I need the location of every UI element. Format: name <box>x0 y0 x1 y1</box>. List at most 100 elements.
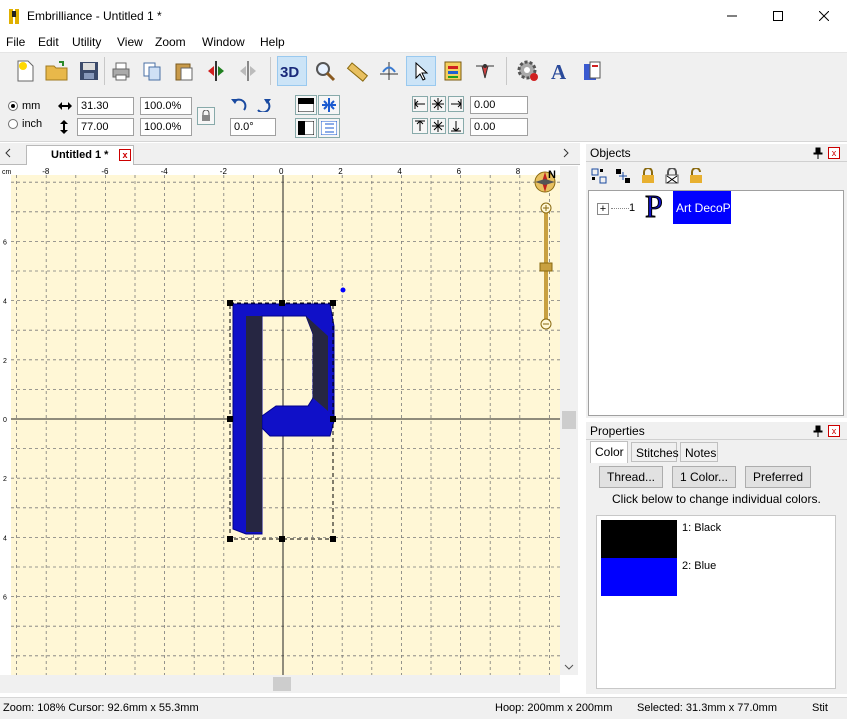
lock-aspect-button[interactable] <box>197 107 215 125</box>
mirror-vertical-button[interactable] <box>233 56 263 86</box>
one-color-button[interactable]: 1 Color... <box>672 466 736 488</box>
color-swatch-1[interactable] <box>601 520 677 558</box>
list-button[interactable] <box>318 118 340 138</box>
menu-window[interactable]: Window <box>202 35 245 49</box>
menu-zoom[interactable]: Zoom <box>155 35 186 49</box>
resize-handle[interactable] <box>330 416 336 422</box>
x-offset-field[interactable]: 0.00 <box>470 96 528 114</box>
tab-stitches[interactable]: Stitches <box>631 442 679 462</box>
vertical-scrollbar[interactable] <box>560 166 578 675</box>
print-button[interactable] <box>106 56 136 86</box>
menu-view[interactable]: View <box>117 35 143 49</box>
tab-untitled-1[interactable]: Untitled 1 * x <box>26 145 134 165</box>
y-offset-field[interactable]: 0.00 <box>470 118 528 136</box>
resize-handle[interactable] <box>279 536 285 542</box>
lock-object-button[interactable] <box>640 167 656 187</box>
hoop-grid[interactable]: -8 -6 -4 -2 0 2 4 6 86420246 cm N <box>0 166 580 675</box>
center-horizontal-icon <box>432 98 444 110</box>
color-label-1[interactable]: 1: Black <box>682 522 721 534</box>
objects-tree[interactable]: + 1 P Art DecoP <box>588 188 844 416</box>
resize-handle[interactable] <box>330 300 336 306</box>
width-percent-field[interactable]: 100.0% <box>140 97 192 115</box>
paste-button[interactable] <box>169 56 199 86</box>
move-bottom-button[interactable] <box>448 118 464 134</box>
menu-help[interactable]: Help <box>260 35 285 49</box>
align-left-button[interactable] <box>295 118 317 138</box>
design-canvas[interactable]: -8 -6 -4 -2 0 2 4 6 8 6 4 2 0 2 4 6 cm N <box>0 166 580 693</box>
save-button[interactable] <box>74 56 104 86</box>
pin-icon[interactable] <box>813 147 823 162</box>
new-button[interactable] <box>10 56 40 86</box>
color-label-2[interactable]: 2: Blue <box>682 560 716 572</box>
objects-close-button[interactable]: x <box>828 147 840 159</box>
group-button[interactable] <box>591 168 607 187</box>
tab-notes[interactable]: Notes <box>680 442 718 462</box>
tab-color[interactable]: Color <box>590 441 628 463</box>
merge-button[interactable] <box>577 56 607 86</box>
menu-utility[interactable]: Utility <box>72 35 101 49</box>
select-button[interactable] <box>406 56 436 86</box>
rotation-field[interactable]: 0.0° <box>230 118 276 136</box>
resize-handle[interactable] <box>227 300 233 306</box>
scroll-down-button[interactable] <box>564 660 574 674</box>
height-field[interactable]: 77.00 <box>77 118 134 136</box>
pin-icon[interactable] <box>813 425 823 440</box>
settings-button[interactable] <box>513 56 543 86</box>
move-left-button[interactable] <box>412 96 428 112</box>
menu-file[interactable]: File <box>6 35 25 49</box>
rotate-right-button[interactable] <box>254 95 272 113</box>
unit-mm-radio[interactable]: mm <box>8 100 40 112</box>
close-button[interactable] <box>801 0 847 32</box>
zoom-slider-thumb[interactable] <box>539 262 553 272</box>
width-field[interactable]: 31.30 <box>77 97 134 115</box>
tab-close-button[interactable]: x <box>119 149 131 161</box>
horizontal-scrollbar[interactable] <box>0 675 560 693</box>
horizontal-scroll-thumb[interactable] <box>273 677 291 691</box>
align-top-button[interactable] <box>295 95 317 115</box>
move-top-button[interactable] <box>412 118 428 134</box>
vertical-scroll-thumb[interactable] <box>562 411 576 429</box>
open-button[interactable] <box>42 56 72 86</box>
maximize-button[interactable] <box>755 0 801 32</box>
resize-handle[interactable] <box>279 300 285 306</box>
text-button[interactable]: A <box>545 56 575 86</box>
minimize-button[interactable] <box>709 0 755 32</box>
resize-handle[interactable] <box>330 536 336 542</box>
tab-scroll-left-button[interactable] <box>4 147 12 161</box>
color-swatch-2[interactable] <box>601 558 677 596</box>
height-percent-field[interactable]: 100.0% <box>140 118 192 136</box>
svg-text:N: N <box>548 169 556 181</box>
ungroup-button[interactable] <box>615 168 631 187</box>
move-right-button[interactable] <box>448 96 464 112</box>
baseline-button[interactable] <box>470 56 500 86</box>
mirror-horizontal-button[interactable] <box>201 56 231 86</box>
resize-handle[interactable] <box>227 416 233 422</box>
expand-toggle[interactable]: + <box>597 203 609 215</box>
lock-all-button[interactable] <box>664 167 680 187</box>
rotate-handle[interactable] <box>340 287 346 293</box>
center-hoop-button[interactable] <box>318 95 340 115</box>
hoop-center-button[interactable] <box>374 56 404 86</box>
properties-close-button[interactable]: x <box>828 425 840 437</box>
center-horizontal-button[interactable] <box>430 96 446 112</box>
menu-edit[interactable]: Edit <box>38 35 59 49</box>
unlock-button[interactable] <box>688 167 704 187</box>
preferred-button[interactable]: Preferred <box>745 466 811 488</box>
rotate-left-button[interactable] <box>230 95 248 113</box>
ruler-label: -2 <box>220 167 228 176</box>
ruler-icon <box>346 62 368 82</box>
tab-scroll-right-button[interactable] <box>562 147 570 161</box>
unit-inch-radio[interactable]: inch <box>8 118 42 130</box>
color-list[interactable]: 1: Black 2: Blue <box>596 515 836 689</box>
window-title: Embrilliance - Untitled 1 * <box>27 9 162 23</box>
zoom-button[interactable] <box>310 56 340 86</box>
ruler-label: -6 <box>101 167 109 176</box>
object-item-art-decop[interactable]: Art DecoP <box>673 191 731 224</box>
3d-view-button[interactable]: 3D <box>277 56 307 86</box>
resize-handle[interactable] <box>227 536 233 542</box>
measure-button[interactable] <box>342 56 372 86</box>
color-sort-button[interactable] <box>438 56 468 86</box>
copy-button[interactable] <box>137 56 167 86</box>
thread-button[interactable]: Thread... <box>599 466 663 488</box>
center-vertical-button[interactable] <box>430 118 446 134</box>
